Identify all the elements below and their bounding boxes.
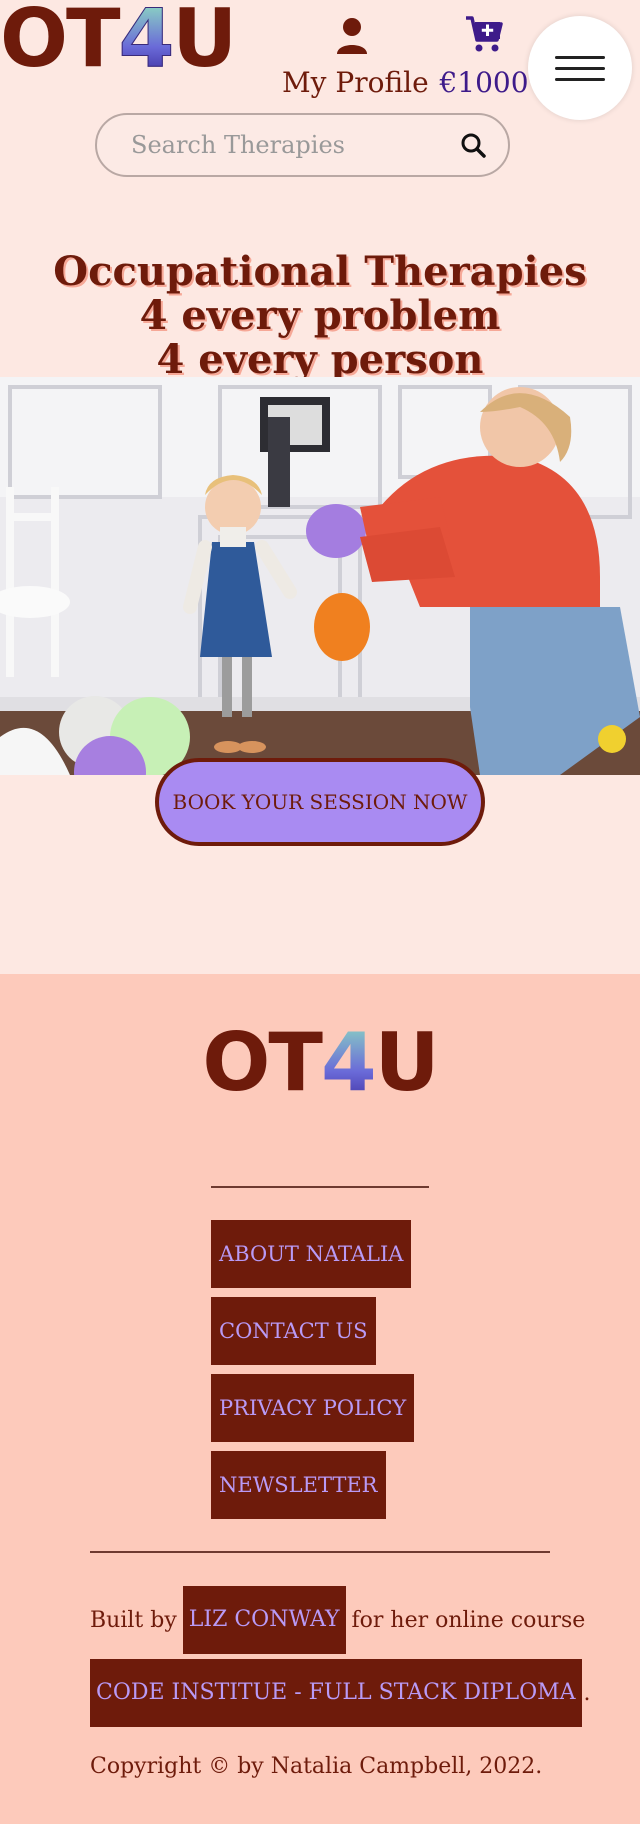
for-course-text: for her online course <box>351 1607 586 1633</box>
hero-headline: Occupational Therapies 4 every problem 4… <box>0 250 640 382</box>
headline-line-3: 4 every person <box>156 336 484 383</box>
my-profile-link[interactable]: My Profile <box>282 16 429 99</box>
footer-credits: Built by LIZ CONWAY for her online cours… <box>90 1586 591 1727</box>
footer-divider-bottom <box>90 1551 550 1553</box>
search-form <box>95 113 510 177</box>
hamburger-menu-button[interactable] <box>528 16 632 120</box>
course-period: . <box>583 1680 591 1706</box>
footer-logo-ot: OT <box>202 1016 323 1109</box>
credits-row-1: Built by LIZ CONWAY for her online cours… <box>90 1586 585 1654</box>
footer-logo-4: 4 <box>320 1016 377 1109</box>
footer-divider-top <box>211 1186 429 1188</box>
credits-row-2: CODE INSTITUE - FULL STACK DIPLOMA . <box>90 1659 591 1727</box>
copyright-text: Copyright © by Natalia Campbell, 2022. <box>90 1754 543 1779</box>
hero-photo-illustration <box>0 377 640 775</box>
cart-total: €1000 <box>439 66 529 99</box>
site-logo[interactable]: OT 4 U <box>0 0 237 85</box>
footer-link-contact[interactable]: CONTACT US <box>211 1297 376 1365</box>
headline-line-2: 4 every problem <box>139 292 501 339</box>
logo-text-4: 4 <box>118 0 175 85</box>
author-link[interactable]: LIZ CONWAY <box>182 1586 346 1654</box>
cart-link[interactable]: €1000 <box>436 14 532 99</box>
hero-image <box>0 377 640 775</box>
built-by-text: Built by <box>90 1607 177 1633</box>
hamburger-icon <box>555 48 605 89</box>
logo-text-ot: OT <box>0 0 121 85</box>
my-profile-label: My Profile <box>282 66 429 99</box>
course-link[interactable]: CODE INSTITUE - FULL STACK DIPLOMA <box>90 1659 582 1727</box>
book-session-button[interactable]: BOOK YOUR SESSION NOW <box>155 758 485 846</box>
headline-line-1: Occupational Therapies <box>53 248 587 295</box>
footer-logo-u: U <box>374 1016 440 1109</box>
logo-text-u: U <box>172 0 237 85</box>
footer-link-newsletter[interactable]: NEWSLETTER <box>211 1451 386 1519</box>
footer-link-about[interactable]: ABOUT NATALIA <box>211 1220 412 1288</box>
search-icon[interactable] <box>460 132 486 158</box>
footer-nav: ABOUT NATALIA CONTACT US PRIVACY POLICY … <box>211 1220 415 1528</box>
footer-logo[interactable]: OT4U <box>0 1016 640 1109</box>
user-icon <box>337 18 367 54</box>
cart-plus-icon <box>466 16 503 52</box>
site-footer: OT4U ABOUT NATALIA CONTACT US PRIVACY PO… <box>0 974 640 1824</box>
footer-link-privacy[interactable]: PRIVACY POLICY <box>211 1374 415 1442</box>
search-input[interactable] <box>131 131 460 159</box>
